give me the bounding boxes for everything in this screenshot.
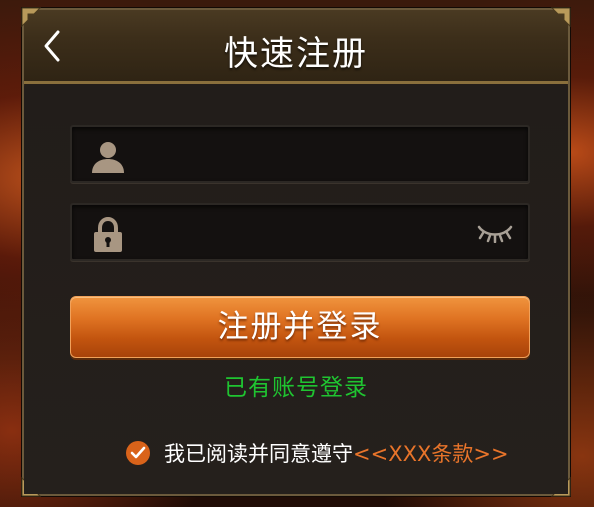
username-field-container — [70, 125, 530, 183]
corner-ornament-icon — [20, 6, 42, 28]
agreement-row: 我已阅读并同意遵守 <<XXX条款>> — [126, 438, 509, 468]
user-icon — [90, 139, 126, 175]
corner-ornament-icon — [550, 6, 572, 28]
agreement-checkbox[interactable] — [126, 441, 150, 465]
page-title: 快速注册 — [224, 34, 368, 74]
terms-link[interactable]: <<XXX条款>> — [353, 438, 509, 468]
check-icon — [130, 446, 146, 459]
register-and-login-button[interactable]: 注册并登录 — [70, 296, 530, 358]
existing-account-login-link[interactable]: 已有账号登录 — [24, 368, 568, 402]
password-field-container — [70, 203, 530, 261]
agreement-text: 我已阅读并同意遵守 — [164, 442, 353, 466]
dialog-header: 快速注册 — [24, 10, 568, 84]
password-input[interactable] — [140, 213, 464, 253]
lock-icon — [90, 216, 126, 253]
register-dialog: 快速注册 注册并登录 已有账号登录 我已阅读并同意遵守 <<XXX条款>> — [20, 6, 572, 497]
username-input[interactable] — [140, 135, 464, 175]
eye-closed-icon[interactable] — [476, 223, 514, 244]
